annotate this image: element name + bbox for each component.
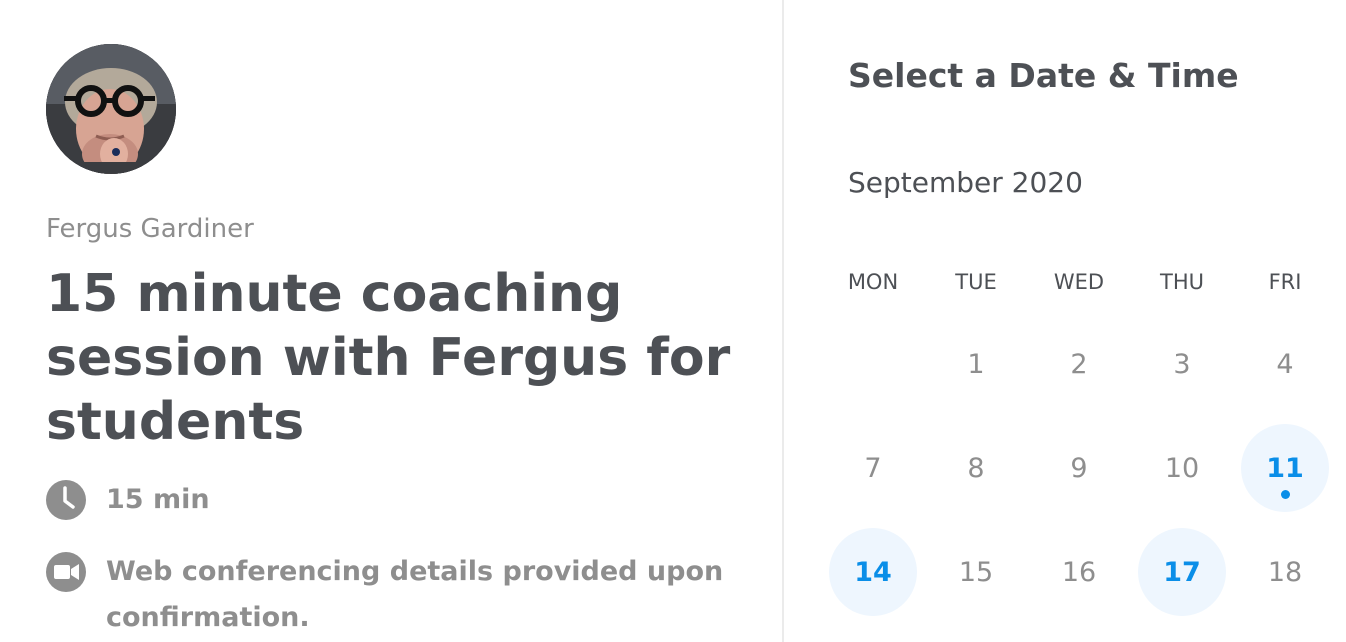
event-details-panel: Fergus Gardiner 15 minute coaching sessi… (0, 0, 782, 642)
calendar-day-8: 8 (925, 424, 1027, 512)
calendar-week-row: 1 2 3 4 (822, 312, 1342, 416)
scheduler-panel: Select a Date & Time September 2020 MON … (784, 0, 1346, 642)
calendar-day-number: 9 (1070, 452, 1088, 484)
calendar-day-number: 18 (1267, 556, 1303, 588)
calendar-week-row: 14 15 16 17 18 (822, 520, 1342, 624)
calendar-day-number: 14 (854, 556, 892, 588)
calendar-day-number: 8 (967, 452, 985, 484)
calendar-day-3: 3 (1131, 320, 1233, 408)
calendar-day-4: 4 (1234, 320, 1336, 408)
calendar-day-1: 1 (925, 320, 1027, 408)
calendar-day-10: 10 (1131, 424, 1233, 512)
today-indicator-dot (1281, 490, 1290, 499)
weekday-label: THU (1160, 270, 1204, 294)
calendar-day-number: 1 (967, 348, 985, 380)
weekday-label: MON (847, 270, 899, 294)
host-name: Fergus Gardiner (46, 214, 254, 244)
conferencing-detail: Web conferencing details provided upon c… (46, 552, 726, 641)
calendar-day-17[interactable]: 17 (1131, 528, 1233, 616)
weekday-header: MON TUE WED THU FRI (822, 252, 1342, 312)
calendar-day-number: 7 (864, 452, 882, 484)
calendar-day-14[interactable]: 14 (822, 528, 924, 616)
calendar-day-7: 7 (822, 424, 924, 512)
avatar (46, 44, 176, 174)
calendar-day-11[interactable]: 11 (1234, 424, 1336, 512)
booking-page: Fergus Gardiner 15 minute coaching sessi… (0, 0, 1346, 642)
calendar-day-number: 10 (1164, 452, 1200, 484)
event-title: 15 minute coaching session with Fergus f… (46, 264, 731, 452)
calendar-day-number: 17 (1163, 556, 1201, 588)
host-photo (46, 44, 176, 174)
calendar-day-15: 15 (925, 528, 1027, 616)
calendar-day-9: 9 (1028, 424, 1130, 512)
calendar-day-number: 3 (1173, 348, 1191, 380)
calendar-day-18: 18 (1234, 528, 1336, 616)
clock-icon (46, 480, 86, 520)
month-label: September 2020 (848, 166, 1083, 199)
conferencing-text: Web conferencing details provided upon c… (106, 556, 724, 633)
weekday-label: TUE (955, 270, 997, 294)
duration-detail: 15 min (46, 480, 210, 523)
scheduler-title: Select a Date & Time (848, 56, 1239, 95)
calendar-day-number: 11 (1266, 452, 1304, 484)
weekday-label: FRI (1268, 270, 1302, 294)
calendar-body: 1 2 3 4 7 8 9 10 11 14 15 16 17 18 (822, 312, 1342, 624)
calendar-day-number: 4 (1276, 348, 1294, 380)
weekday-label: WED (1053, 270, 1105, 294)
duration-text: 15 min (106, 484, 210, 515)
calendar-day-16: 16 (1028, 528, 1130, 616)
calendar-day-2: 2 (1028, 320, 1130, 408)
calendar-day-number: 16 (1061, 556, 1097, 588)
calendar-week-row: 7 8 9 10 11 (822, 416, 1342, 520)
calendar-grid: MON TUE WED THU FRI 1 2 3 4 7 8 9 10 11 14 15 16 17 1… (822, 252, 1342, 624)
calendar-day-number: 15 (958, 556, 994, 588)
calendar-day-number: 2 (1070, 348, 1088, 380)
video-camera-icon (46, 552, 86, 592)
